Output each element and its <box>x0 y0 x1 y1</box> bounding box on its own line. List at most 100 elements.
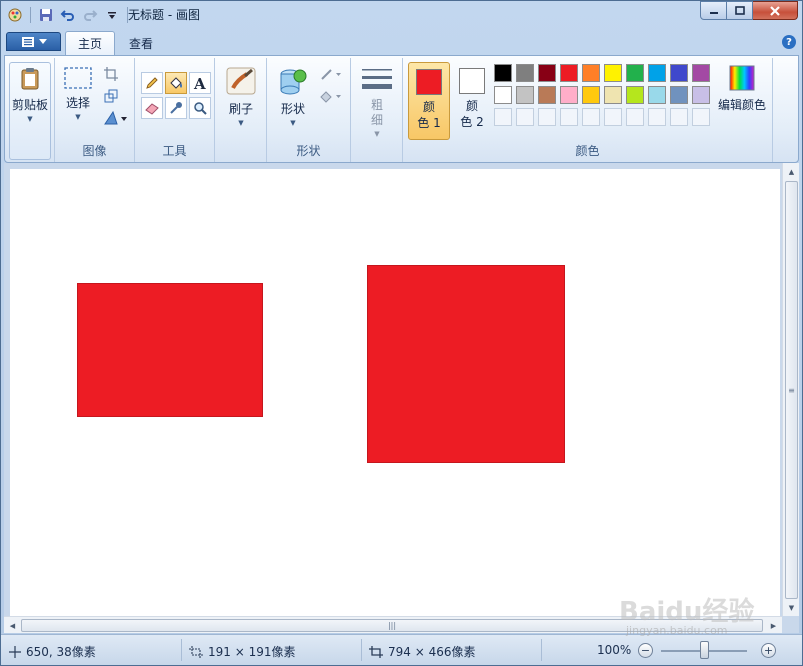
drawing-canvas[interactable] <box>10 169 780 619</box>
close-button[interactable] <box>753 1 798 20</box>
brush-label: 刷子 <box>228 102 253 116</box>
vertical-scroll-thumb[interactable]: ≡ <box>785 181 798 599</box>
minimize-button[interactable] <box>700 1 727 20</box>
select-label: 选择 <box>65 96 90 110</box>
outline-icon[interactable] <box>317 64 345 84</box>
palette-swatch[interactable] <box>494 86 512 104</box>
palette-swatch-empty[interactable] <box>604 108 622 126</box>
palette-swatch[interactable] <box>648 64 666 82</box>
palette-swatch[interactable] <box>670 64 688 82</box>
palette-swatch[interactable] <box>560 86 578 104</box>
palette-swatch[interactable] <box>692 64 710 82</box>
size-button[interactable]: 粗 细 ▼ <box>359 66 395 138</box>
color-palette <box>494 64 710 126</box>
palette-swatch[interactable] <box>582 86 600 104</box>
eraser-icon[interactable] <box>141 97 163 119</box>
shapes-label: 形状 <box>280 102 305 116</box>
palette-swatch-empty[interactable] <box>494 108 512 126</box>
zoom-slider-thumb[interactable] <box>700 641 709 659</box>
edit-colors-button[interactable]: 编辑颜色 <box>716 64 768 113</box>
cursor-position: 650, 38像素 <box>9 643 96 660</box>
palette-swatch[interactable] <box>560 64 578 82</box>
brush-button[interactable]: 刷子 ▼ <box>223 66 259 127</box>
palette-swatch[interactable] <box>692 86 710 104</box>
palette-swatch[interactable] <box>604 86 622 104</box>
palette-swatch-empty[interactable] <box>692 108 710 126</box>
save-icon[interactable] <box>36 5 56 25</box>
color1-button[interactable]: 颜 色 1 <box>408 62 450 140</box>
crop-icon[interactable] <box>101 64 121 84</box>
palette-swatch[interactable] <box>670 86 688 104</box>
color2-button[interactable]: 颜 色 2 <box>451 62 493 140</box>
fill-icon[interactable] <box>317 86 345 106</box>
cursor-position-text: 650, 38像素 <box>26 645 96 659</box>
select-rectangle-icon <box>64 67 92 89</box>
palette-swatch[interactable] <box>538 64 556 82</box>
zoom-in-button[interactable]: + <box>761 643 776 658</box>
palette-swatch[interactable] <box>516 86 534 104</box>
window-title: 无标题 - 画图 <box>128 8 200 22</box>
palette-swatch-empty[interactable] <box>626 108 644 126</box>
palette-swatch[interactable] <box>626 86 644 104</box>
scroll-right-icon[interactable]: ▶ <box>765 617 782 634</box>
undo-icon[interactable] <box>58 5 78 25</box>
ribbon: 剪贴板 ▼ 选择 ▼ 图像 A 工具 刷子 ▼ 形状 ▼ 形状 粗 细 ▼ 颜 … <box>4 55 799 163</box>
palette-swatch-empty[interactable] <box>648 108 666 126</box>
help-icon[interactable]: ? <box>782 35 796 49</box>
rotate-icon[interactable] <box>101 108 131 128</box>
red-rectangle-large[interactable] <box>367 265 565 463</box>
select-button[interactable]: 选择 ▼ <box>61 66 95 121</box>
paint-menu-button[interactable] <box>6 32 61 51</box>
red-rectangle-small[interactable] <box>77 283 263 417</box>
brushes-group: 刷子 ▼ <box>215 58 267 162</box>
palette-swatch-empty[interactable] <box>538 108 556 126</box>
maximize-button[interactable] <box>727 1 753 20</box>
palette-swatch[interactable] <box>494 64 512 82</box>
palette-swatch[interactable] <box>648 86 666 104</box>
clipboard-label: 剪贴板 <box>11 98 48 112</box>
size-label-top: 粗 <box>370 98 383 112</box>
fill-bucket-icon[interactable] <box>165 72 187 94</box>
tools-grid: A <box>141 72 211 119</box>
chevron-down-icon <box>38 38 47 44</box>
image-group-label: 图像 <box>82 144 107 158</box>
close-icon <box>770 5 780 16</box>
tools-group-label: 工具 <box>162 144 187 158</box>
scroll-left-icon[interactable]: ◀ <box>4 617 21 634</box>
status-separator <box>541 639 542 661</box>
shapes-button[interactable]: 形状 ▼ <box>275 66 311 127</box>
palette-swatch-empty[interactable] <box>560 108 578 126</box>
color1-label-bottom: 色 1 <box>417 116 441 130</box>
magnifier-icon[interactable] <box>189 97 211 119</box>
resize-icon[interactable] <box>101 86 121 106</box>
paint-app-icon[interactable] <box>5 5 25 25</box>
palette-swatch[interactable] <box>538 86 556 104</box>
color-picker-icon[interactable] <box>165 97 187 119</box>
zoom-out-button[interactable]: − <box>638 643 653 658</box>
selection-size: 191 × 191像素 <box>189 643 296 660</box>
size-label-bottom: 细 <box>370 113 383 127</box>
window-controls <box>700 1 798 20</box>
tab-home[interactable]: 主页 <box>65 31 116 55</box>
palette-swatch[interactable] <box>626 64 644 82</box>
text-icon[interactable]: A <box>189 72 211 94</box>
paint-window: 无标题 - 画图 主页 查看 ? 剪贴板 ▼ 选择 ▼ 图像 A 工具 刷子 ▼… <box>0 0 803 666</box>
scroll-up-icon[interactable]: ▲ <box>783 163 800 180</box>
palette-swatch-empty[interactable] <box>670 108 688 126</box>
color1-label-top: 颜 <box>422 100 435 114</box>
redo-icon[interactable] <box>80 5 100 25</box>
pencil-icon[interactable] <box>141 72 163 94</box>
vertical-scrollbar[interactable]: ▲ ≡ ▼ <box>782 163 799 616</box>
baidu-watermark-url: jingyan.baidu.com <box>626 624 728 637</box>
palette-swatch[interactable] <box>516 64 534 82</box>
palette-swatch-empty[interactable] <box>516 108 534 126</box>
clipboard-button[interactable]: 剪贴板 ▼ <box>9 62 51 160</box>
image-size: 794 × 466像素 <box>369 643 476 660</box>
palette-swatch[interactable] <box>604 64 622 82</box>
palette-swatch[interactable] <box>582 64 600 82</box>
tab-view[interactable]: 查看 <box>117 31 165 55</box>
scroll-down-icon[interactable]: ▼ <box>783 599 800 616</box>
palette-swatch-empty[interactable] <box>582 108 600 126</box>
color2-swatch <box>459 68 485 94</box>
qat-customize-icon[interactable] <box>102 5 122 25</box>
